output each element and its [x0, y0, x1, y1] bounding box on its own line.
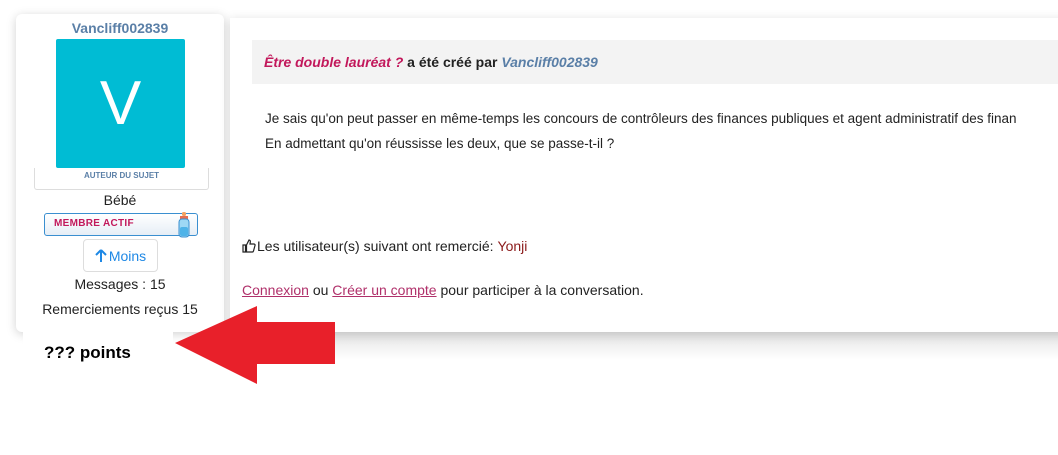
topic-title[interactable]: Être double lauréat ?: [264, 54, 403, 70]
author-tag: AUTEUR DU SUJET: [83, 171, 160, 180]
create-account-link[interactable]: Créer un compte: [332, 282, 436, 298]
thanks-line: Les utilisateur(s) suivant ont remercié:…: [242, 238, 527, 254]
topic-author[interactable]: Vancliff002839: [501, 54, 598, 70]
avatar-letter: V: [99, 69, 142, 138]
login-link[interactable]: Connexion: [242, 282, 309, 298]
messages-count: Messages : 15: [74, 276, 166, 292]
baby-bottle-icon: [178, 212, 190, 238]
collapse-stats-button[interactable]: Moins: [83, 239, 158, 272]
post-card: Être double lauréat ? a été créé par Van…: [230, 18, 1058, 332]
login-or: ou: [312, 282, 329, 298]
post-line-2: En admettant qu'on réussisse les deux, q…: [265, 136, 615, 151]
arrow-up-icon: [95, 248, 107, 262]
thanks-user[interactable]: Yonji: [498, 238, 528, 254]
avatar[interactable]: V: [56, 39, 185, 168]
login-line: Connexion ou Créer un compte pour partic…: [242, 282, 644, 298]
member-badge-label: MEMBRE ACTIF: [54, 218, 134, 229]
post-shadow: [230, 332, 1058, 360]
collapse-stats-label: Moins: [108, 247, 147, 264]
profile-username[interactable]: Vancliff002839: [16, 20, 224, 36]
thanks-label: Les utilisateur(s) suivant ont remercié:: [257, 238, 494, 254]
post-body: Je sais qu'on peut passer en même-temps …: [265, 106, 1058, 156]
member-badge: MEMBRE ACTIF: [44, 212, 198, 238]
login-suffix: pour participer à la conversation.: [440, 282, 644, 298]
topic-created-text: a été créé par: [407, 54, 498, 70]
user-profile-card: Vancliff002839 V AUTEUR DU SUJET Bébé ME…: [16, 14, 224, 332]
red-arrow-annotation: [175, 306, 335, 384]
author-tag-box: AUTEUR DU SUJET: [34, 168, 209, 190]
points-annotation: ??? points: [23, 332, 173, 362]
topic-header: Être double lauréat ? a été créé par Van…: [252, 40, 1058, 84]
thumbs-up-icon: [242, 239, 256, 253]
topic-line: Être double lauréat ? a été créé par Van…: [264, 54, 598, 70]
user-rank: Bébé: [103, 192, 137, 208]
post-line-1: Je sais qu'on peut passer en même-temps …: [265, 111, 1017, 126]
